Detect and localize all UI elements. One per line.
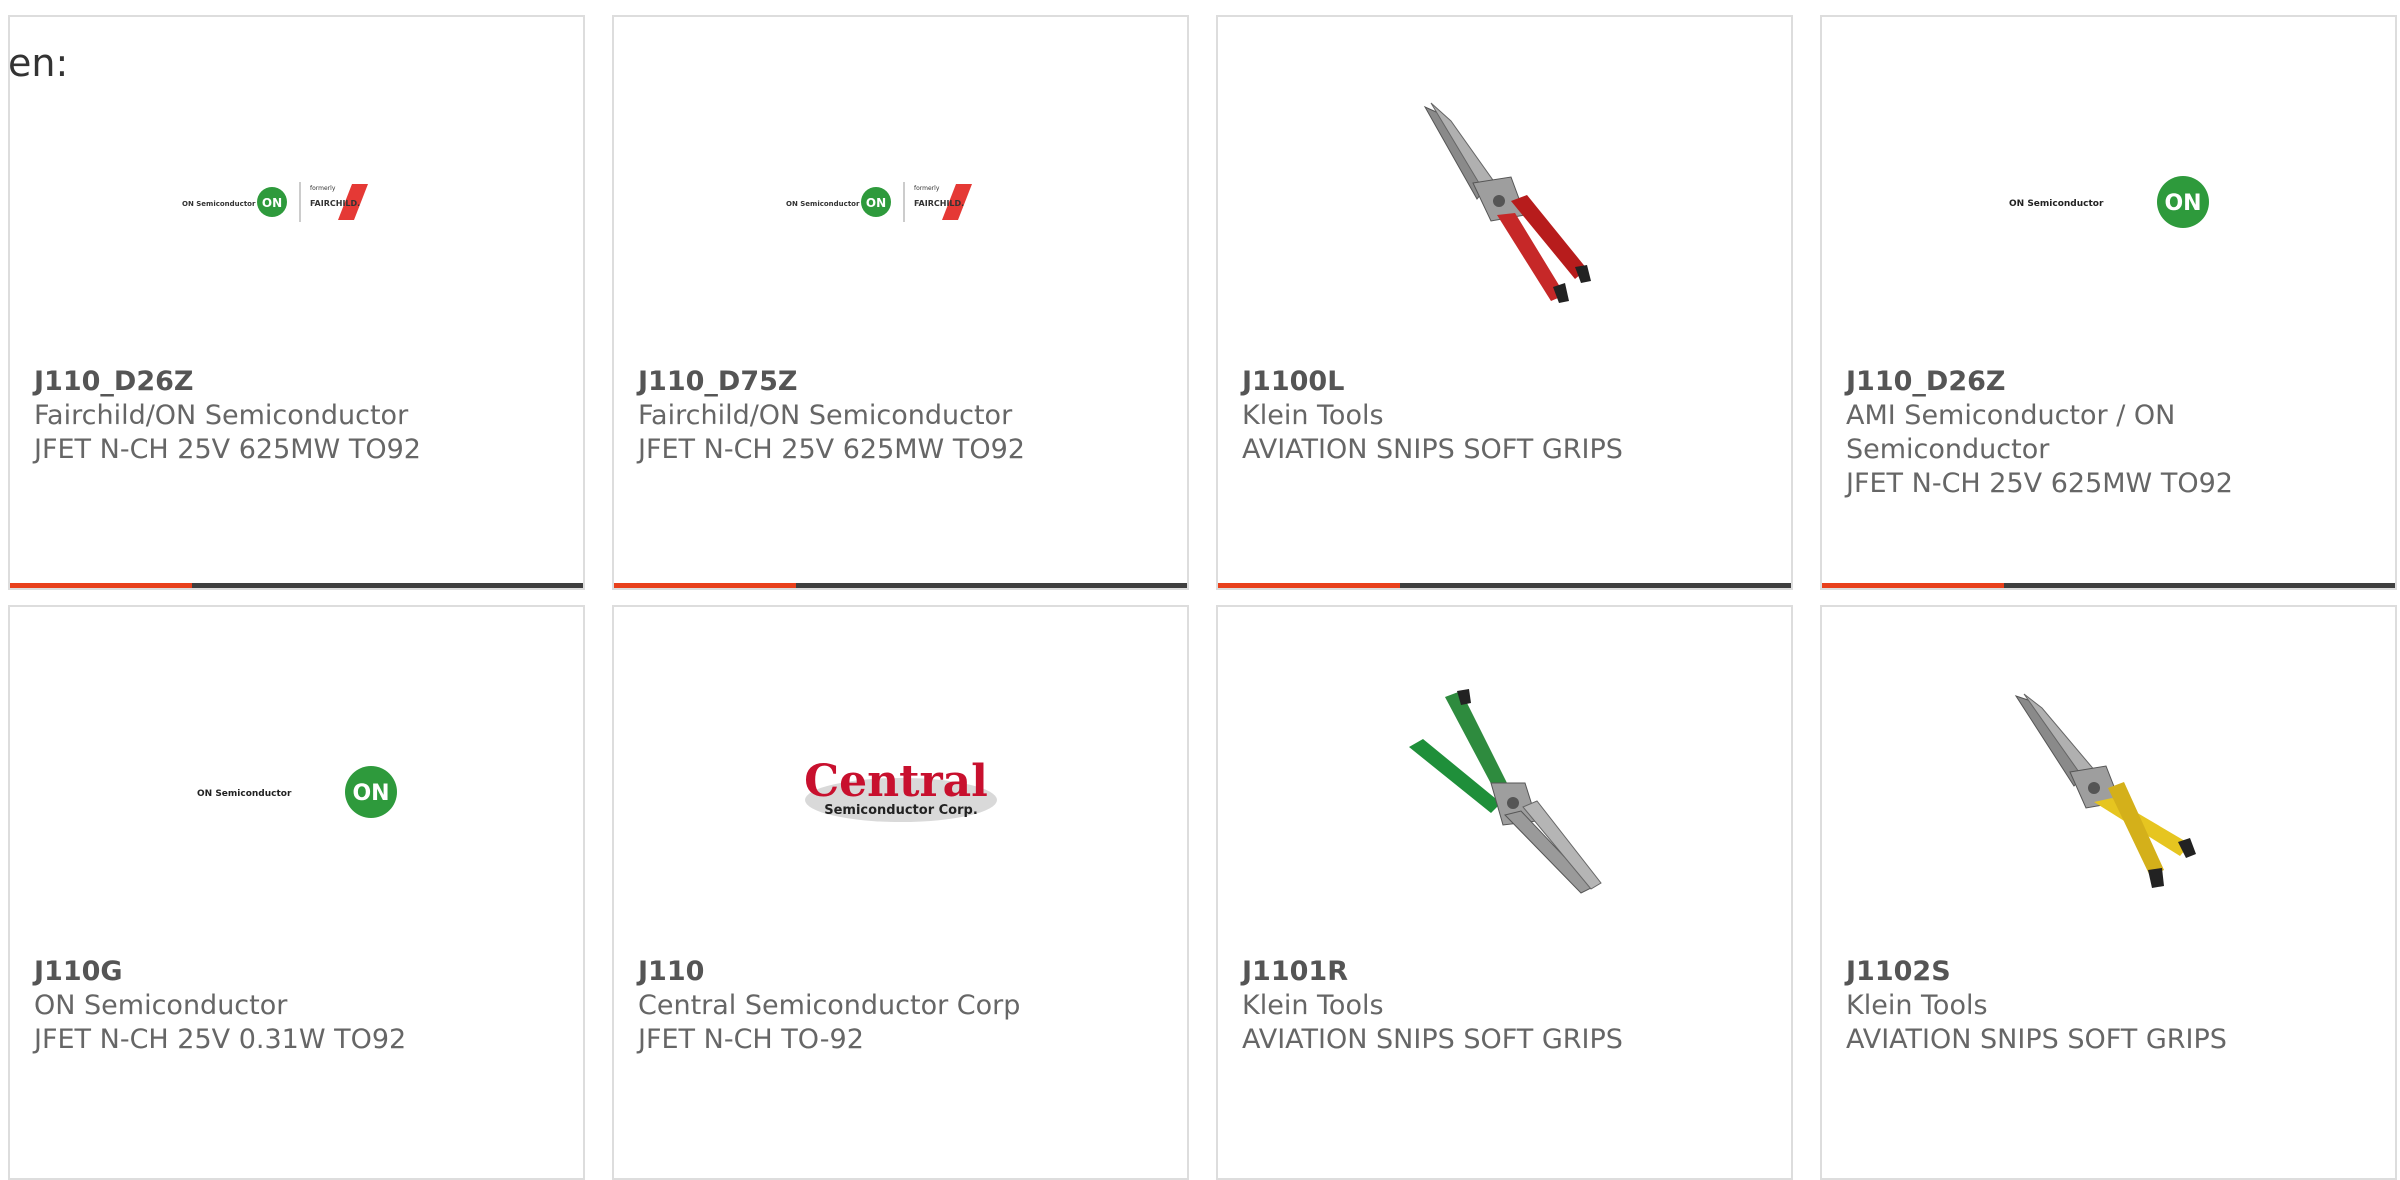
product-image[interactable]: ON Semiconductor ON formerly FAIRCHILD. [10, 57, 583, 347]
description: JFET N-CH 25V 625MW TO92 [34, 434, 421, 465]
part-number-link[interactable]: J110_D26Z [1846, 365, 2371, 399]
aviation-snips-green-icon [1408, 689, 1602, 894]
part-number-link[interactable]: J1100L [1242, 365, 1767, 399]
manufacturer: AMI Semiconductor / ON Semiconductor [1846, 400, 2176, 465]
card-footer-bar [10, 583, 583, 588]
part-number-link[interactable]: J110_D75Z [638, 365, 1163, 399]
manufacturer: ON Semiconductor [34, 990, 288, 1021]
manufacturer: Klein Tools [1242, 400, 1384, 431]
on-fairchild-logo: ON Semiconductor ON formerly FAIRCHILD. [786, 182, 972, 222]
product-image[interactable] [1822, 647, 2395, 937]
product-image[interactable]: ON Semiconductor ON [1822, 57, 2395, 347]
svg-text:ON Semiconductor: ON Semiconductor [197, 789, 292, 799]
description: AVIATION SNIPS SOFT GRIPS [1242, 434, 1623, 465]
product-card[interactable]: J1102S Klein Tools AVIATION SNIPS SOFT G… [1820, 605, 2397, 1180]
part-number-link[interactable]: J110_D26Z [34, 365, 559, 399]
part-number-link[interactable]: J1102S [1846, 955, 2371, 989]
product-image[interactable]: ON Semiconductor ON [10, 647, 583, 937]
svg-text:Central: Central [804, 756, 988, 807]
svg-text:Semiconductor Corp.: Semiconductor Corp. [824, 803, 978, 818]
svg-text:ON: ON [261, 196, 281, 210]
description: AVIATION SNIPS SOFT GRIPS [1846, 1024, 2227, 1055]
description: JFET N-CH 25V 0.31W TO92 [34, 1024, 407, 1055]
product-image[interactable] [1218, 647, 1791, 937]
svg-text:ON Semiconductor: ON Semiconductor [786, 200, 860, 208]
svg-text:ON: ON [2164, 191, 2201, 216]
svg-text:ON: ON [352, 781, 389, 806]
manufacturer: Klein Tools [1846, 990, 1988, 1021]
product-image[interactable] [1218, 57, 1791, 347]
product-card[interactable]: ON Semiconductor ON J110_D26Z AMI Semico… [1820, 15, 2397, 590]
product-card[interactable]: ON Semiconductor ON formerly FAIRCHILD. … [8, 15, 585, 590]
aviation-snips-red-icon [1423, 102, 1591, 303]
description: JFET N-CH 25V 625MW TO92 [1846, 468, 2233, 499]
svg-text:ON: ON [865, 196, 885, 210]
product-image[interactable]: ON Semiconductor ON formerly FAIRCHILD. [614, 57, 1187, 347]
product-card[interactable]: J1100L Klein Tools AVIATION SNIPS SOFT G… [1216, 15, 1793, 590]
svg-text:ON Semiconductor: ON Semiconductor [2009, 199, 2104, 209]
product-card[interactable]: J1101R Klein Tools AVIATION SNIPS SOFT G… [1216, 605, 1793, 1180]
manufacturer: Klein Tools [1242, 990, 1384, 1021]
description: JFET N-CH 25V 625MW TO92 [638, 434, 1025, 465]
manufacturer: Central Semiconductor Corp [638, 990, 1021, 1021]
on-semiconductor-logo: ON Semiconductor ON [2009, 176, 2209, 228]
aviation-snips-yellow-icon [2014, 693, 2196, 888]
description: AVIATION SNIPS SOFT GRIPS [1242, 1024, 1623, 1055]
card-footer-bar [614, 583, 1187, 588]
leading-text: en: [8, 41, 69, 85]
product-card[interactable]: ON Semiconductor ON formerly FAIRCHILD. … [612, 15, 1189, 590]
central-semiconductor-logo: Central Semiconductor Corp. [804, 756, 997, 822]
on-semiconductor-logo: ON Semiconductor ON [197, 766, 397, 818]
manufacturer: Fairchild/ON Semiconductor [34, 400, 409, 431]
manufacturer: Fairchild/ON Semiconductor [638, 400, 1013, 431]
svg-text:ON Semiconductor: ON Semiconductor [182, 200, 256, 208]
on-fairchild-logo: ON Semiconductor ON formerly FAIRCHILD. [182, 182, 368, 222]
svg-text:formerly: formerly [914, 185, 940, 192]
part-number-link[interactable]: J110G [34, 955, 559, 989]
card-footer-bar [1218, 583, 1791, 588]
product-card[interactable]: Central Semiconductor Corp. J110 Central… [612, 605, 1189, 1180]
description: JFET N-CH TO-92 [638, 1024, 864, 1055]
part-number-link[interactable]: J110 [638, 955, 1163, 989]
product-card[interactable]: ON Semiconductor ON J110G ON Semiconduct… [8, 605, 585, 1180]
svg-text:formerly: formerly [310, 185, 336, 192]
part-number-link[interactable]: J1101R [1242, 955, 1767, 989]
svg-text:FAIRCHILD.: FAIRCHILD. [914, 199, 964, 208]
svg-text:FAIRCHILD.: FAIRCHILD. [310, 199, 360, 208]
product-image[interactable]: Central Semiconductor Corp. [614, 647, 1187, 937]
card-footer-bar [1822, 583, 2395, 588]
